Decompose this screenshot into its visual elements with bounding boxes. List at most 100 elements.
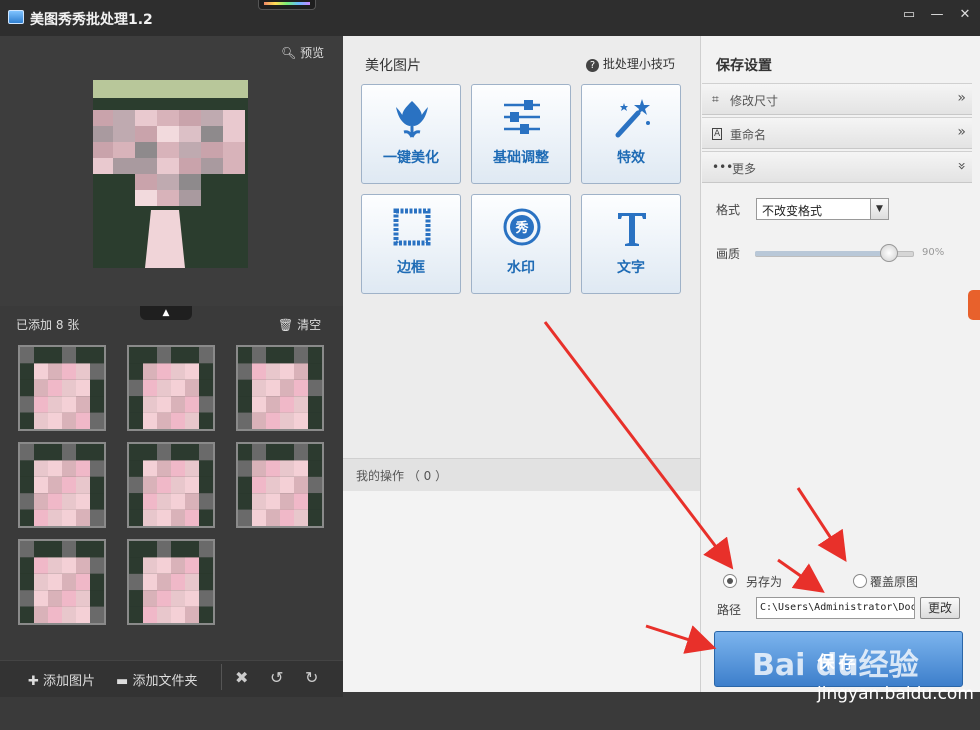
- mosaic-cell: [252, 347, 266, 364]
- mosaic-cell: [34, 444, 48, 461]
- mosaic-cell: [252, 396, 266, 413]
- mosaic-cell: [171, 363, 185, 380]
- delete-icon[interactable]: ✖: [235, 668, 248, 687]
- overwrite-radio[interactable]: [853, 574, 867, 588]
- mosaic-cell: [157, 363, 171, 380]
- tool-text[interactable]: 文字: [581, 194, 681, 294]
- mosaic-cell: [252, 444, 266, 461]
- mosaic-cell: [185, 396, 199, 413]
- thumbnail[interactable]: [127, 539, 215, 625]
- path-label: 路径: [717, 603, 742, 617]
- mosaic-cell: [294, 460, 308, 477]
- mosaic-cell: [199, 541, 213, 558]
- mosaic-cell: [266, 363, 280, 380]
- mosaic-cell: [20, 379, 34, 397]
- change-path-button[interactable]: 更改: [920, 597, 960, 619]
- thumbnail[interactable]: [18, 442, 106, 528]
- mosaic-cell: [20, 573, 34, 591]
- mosaic-cell: [129, 541, 143, 558]
- mosaic-cell: [48, 606, 62, 623]
- preview-icon: 🔍︎: [281, 46, 297, 60]
- feedback-icon[interactable]: ▭: [898, 6, 920, 24]
- thumbnail[interactable]: [18, 539, 106, 625]
- mosaic-cell: [34, 573, 48, 591]
- tool-basic-adjust[interactable]: 基础调整: [471, 84, 571, 184]
- thumbnail[interactable]: [236, 345, 324, 431]
- tool-watermark[interactable]: 秀 水印: [471, 194, 571, 294]
- mosaic-cell: [308, 347, 322, 364]
- close-button[interactable]: ✕: [954, 6, 976, 24]
- crop-icon: ⌗: [712, 92, 719, 106]
- mosaic-cell: [90, 347, 104, 364]
- mosaic-cell: [294, 509, 308, 526]
- thumbnail-photo: [20, 347, 104, 429]
- mosaic-cell: [185, 573, 199, 591]
- mosaic-cell: [48, 347, 62, 364]
- mosaic-cell: [48, 444, 62, 461]
- mosaic-cell: [20, 541, 34, 558]
- mosaic-cell: [157, 541, 171, 558]
- mosaic-cell: [20, 460, 34, 477]
- tool-effects[interactable]: 特效: [581, 84, 681, 184]
- mosaic-cell: [199, 557, 213, 574]
- mosaic-cell: [93, 126, 113, 142]
- mosaic-cell: [308, 412, 322, 429]
- mosaic-cell: [199, 493, 213, 510]
- accordion-rename[interactable]: A 重命名 »: [702, 117, 972, 149]
- rotate-right-icon[interactable]: ↻: [305, 668, 318, 687]
- tool-label: 文字: [617, 260, 645, 276]
- mosaic-cell: [157, 509, 171, 526]
- thumbnail[interactable]: [236, 442, 324, 528]
- mosaic-cell: [48, 412, 62, 429]
- clear-button[interactable]: 🗑︎ 清空: [278, 316, 321, 333]
- save-as-label: 另存为: [746, 575, 783, 589]
- tips-label: 批处理小技巧: [602, 57, 675, 71]
- mosaic-cell: [294, 396, 308, 413]
- path-input[interactable]: C:\Users\Administrator\Documents: [756, 597, 915, 619]
- save-as-radio[interactable]: [723, 574, 737, 588]
- divider: [221, 664, 222, 690]
- mosaic-cell: [129, 573, 143, 591]
- mosaic-cell: [62, 379, 76, 397]
- mosaic-cell: [143, 363, 157, 380]
- mosaic-cell: [76, 412, 90, 429]
- accordion-more[interactable]: ••• 更多 »: [702, 151, 972, 183]
- mosaic-cell: [308, 396, 322, 413]
- thumbnail-photo: [129, 444, 213, 526]
- mosaic-cell: [294, 347, 308, 364]
- mosaic-cell: [34, 606, 48, 623]
- mosaic-cell: [199, 606, 213, 623]
- mosaic-cell: [185, 460, 199, 477]
- plus-icon: ✚: [28, 674, 39, 689]
- mosaic-cell: [143, 573, 157, 591]
- add-folder-button[interactable]: ▬ 添加文件夹: [116, 670, 197, 689]
- dropdown-arrow-icon[interactable]: ▼: [870, 199, 888, 219]
- side-feedback-tab[interactable]: [968, 290, 980, 320]
- thumbnail[interactable]: [18, 345, 106, 431]
- mosaic-cell: [157, 460, 171, 477]
- tool-one-click[interactable]: 一键美化: [361, 84, 461, 184]
- panel-collapse-handle[interactable]: ▲: [140, 306, 192, 320]
- rotate-left-icon[interactable]: ↺: [270, 668, 283, 687]
- add-image-label: 添加图片: [43, 674, 96, 689]
- accordion-resize[interactable]: ⌗ 修改尺寸 »: [702, 83, 972, 115]
- mosaic-cell: [238, 379, 252, 397]
- mosaic-cell: [76, 606, 90, 623]
- mosaic-cell: [280, 363, 294, 380]
- tool-frame[interactable]: 边框: [361, 194, 461, 294]
- mosaic-cell: [157, 412, 171, 429]
- add-image-button[interactable]: ✚ 添加图片: [28, 670, 95, 689]
- thumbnail[interactable]: [127, 345, 215, 431]
- mosaic-cell: [280, 509, 294, 526]
- thumbnail-photo: [238, 347, 322, 429]
- mosaic-cell: [143, 557, 157, 574]
- minimize-button[interactable]: —: [926, 6, 948, 24]
- preview-button[interactable]: 🔍︎ 预览: [281, 44, 324, 61]
- mosaic-cell: [90, 590, 104, 607]
- mosaic-cell: [179, 190, 201, 206]
- quality-slider-handle[interactable]: [880, 244, 898, 262]
- tips-link[interactable]: ? 批处理小技巧: [586, 55, 675, 72]
- mosaic-cell: [252, 509, 266, 526]
- mosaic-cell: [76, 379, 90, 397]
- thumbnail[interactable]: [127, 442, 215, 528]
